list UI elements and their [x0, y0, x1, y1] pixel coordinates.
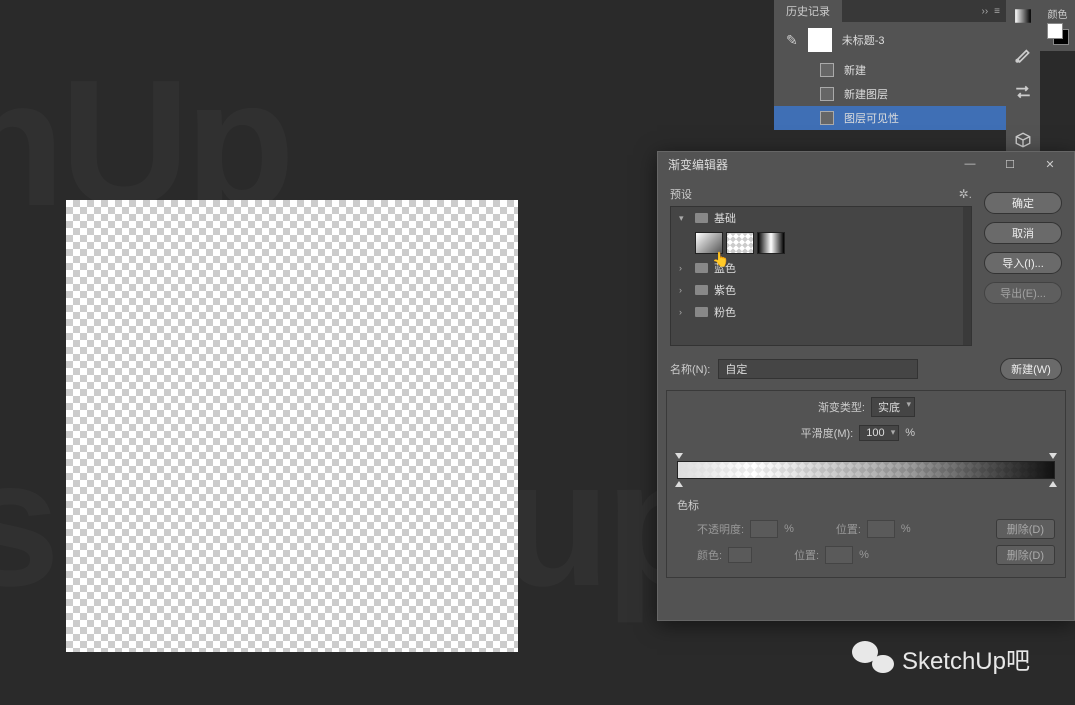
- foreground-color-swatch[interactable]: [1047, 23, 1063, 39]
- name-input[interactable]: [718, 359, 918, 379]
- maximize-button[interactable]: ☐: [990, 152, 1030, 176]
- position-input[interactable]: [825, 546, 853, 564]
- export-button[interactable]: 导出(E)...: [984, 282, 1062, 304]
- tree-folder-purple[interactable]: › 紫色: [671, 279, 971, 301]
- history-state-icon: [820, 111, 834, 125]
- gradient-type-label: 渐变类型:: [818, 399, 865, 415]
- history-tab[interactable]: 历史记录: [774, 0, 842, 22]
- wechat-icon: [852, 639, 894, 677]
- wechat-watermark: SketchUp吧: [852, 639, 1030, 677]
- folder-icon: [695, 213, 708, 223]
- gradient-preview-bar[interactable]: [677, 461, 1055, 479]
- swap-tool-icon[interactable]: [1013, 82, 1033, 102]
- scrollbar[interactable]: [963, 207, 971, 345]
- history-document-row[interactable]: ✎ 未标题-3: [774, 22, 1006, 58]
- color-label: 颜色:: [697, 547, 722, 563]
- delete-button[interactable]: 删除(D): [996, 545, 1055, 565]
- folder-icon: [695, 307, 708, 317]
- cube-tool-icon[interactable]: [1013, 130, 1033, 150]
- brush-tool-icon[interactable]: [1013, 44, 1033, 64]
- history-item[interactable]: 新建: [774, 58, 1006, 82]
- history-panel: 历史记录 ›› ≡ ✎ 未标题-3 新建 新建图层 图层可见性: [774, 0, 1006, 130]
- name-label: 名称(N):: [670, 361, 710, 377]
- opacity-input[interactable]: [750, 520, 778, 538]
- color-stop[interactable]: [1049, 479, 1057, 487]
- percent-label: %: [905, 427, 915, 439]
- stops-header: 色标: [677, 497, 1055, 513]
- position-label: 位置:: [836, 521, 861, 537]
- preset-thumbnail[interactable]: [726, 232, 754, 254]
- ok-button[interactable]: 确定: [984, 192, 1062, 214]
- dialog-title: 渐变编辑器: [668, 156, 728, 173]
- brush-icon: ✎: [786, 32, 798, 49]
- gradient-editor-dialog: 渐变编辑器 — ☐ ✕ 预设 ✲. ▾ 基础: [657, 151, 1075, 621]
- history-state-icon: [820, 87, 834, 101]
- document-thumbnail: [808, 28, 832, 52]
- opacity-stop[interactable]: [1049, 453, 1057, 461]
- chevron-right-icon[interactable]: ›: [679, 285, 689, 295]
- preset-thumbnail[interactable]: [757, 232, 785, 254]
- new-button[interactable]: 新建(W): [1000, 358, 1062, 380]
- presets-label: 预设: [670, 186, 692, 202]
- tree-folder-pink[interactable]: › 粉色: [671, 301, 971, 323]
- gradient-type-select[interactable]: 实底: [871, 397, 915, 417]
- color-panel-strip: 颜色: [1040, 0, 1075, 51]
- presets-tree[interactable]: ▾ 基础 › 蓝色 › 紫色: [670, 206, 972, 346]
- color-swatch-picker[interactable]: [728, 547, 752, 563]
- chevron-right-icon[interactable]: ›: [679, 307, 689, 317]
- dialog-titlebar[interactable]: 渐变编辑器 — ☐ ✕: [658, 152, 1074, 176]
- folder-icon: [695, 285, 708, 295]
- history-item[interactable]: 新建图层: [774, 82, 1006, 106]
- close-button[interactable]: ✕: [1030, 152, 1070, 176]
- panel-label: 颜色: [1048, 6, 1068, 21]
- minimize-button[interactable]: —: [950, 152, 990, 176]
- tree-folder-blue[interactable]: › 蓝色: [671, 257, 971, 279]
- panel-collapse-icon[interactable]: ››: [981, 6, 988, 17]
- delete-button[interactable]: 删除(D): [996, 519, 1055, 539]
- tree-folder-basics[interactable]: ▾ 基础: [671, 207, 971, 229]
- preset-thumbnail[interactable]: [695, 232, 723, 254]
- position-input[interactable]: [867, 520, 895, 538]
- import-button[interactable]: 导入(I)...: [984, 252, 1062, 274]
- smoothness-label: 平滑度(M):: [801, 425, 854, 441]
- opacity-stop[interactable]: [675, 453, 683, 461]
- cancel-button[interactable]: 取消: [984, 222, 1062, 244]
- chevron-right-icon[interactable]: ›: [679, 263, 689, 273]
- document-name: 未标题-3: [842, 32, 885, 48]
- color-stop[interactable]: [675, 479, 683, 487]
- history-state-icon: [820, 63, 834, 77]
- opacity-label: 不透明度:: [697, 521, 744, 537]
- document-canvas[interactable]: [66, 200, 518, 652]
- folder-icon: [695, 263, 708, 273]
- wechat-brand: SketchUp吧: [902, 641, 1030, 676]
- smoothness-input[interactable]: 100: [859, 425, 899, 441]
- gear-icon[interactable]: ✲.: [959, 187, 972, 201]
- color-swatches[interactable]: [1047, 23, 1069, 45]
- gradient-tool-icon[interactable]: [1013, 6, 1033, 26]
- history-item[interactable]: 图层可见性: [774, 106, 1006, 130]
- position-label: 位置:: [794, 547, 819, 563]
- right-tool-strip: [1006, 0, 1040, 156]
- panel-menu-icon[interactable]: ≡: [994, 6, 1000, 17]
- chevron-down-icon[interactable]: ▾: [679, 213, 689, 224]
